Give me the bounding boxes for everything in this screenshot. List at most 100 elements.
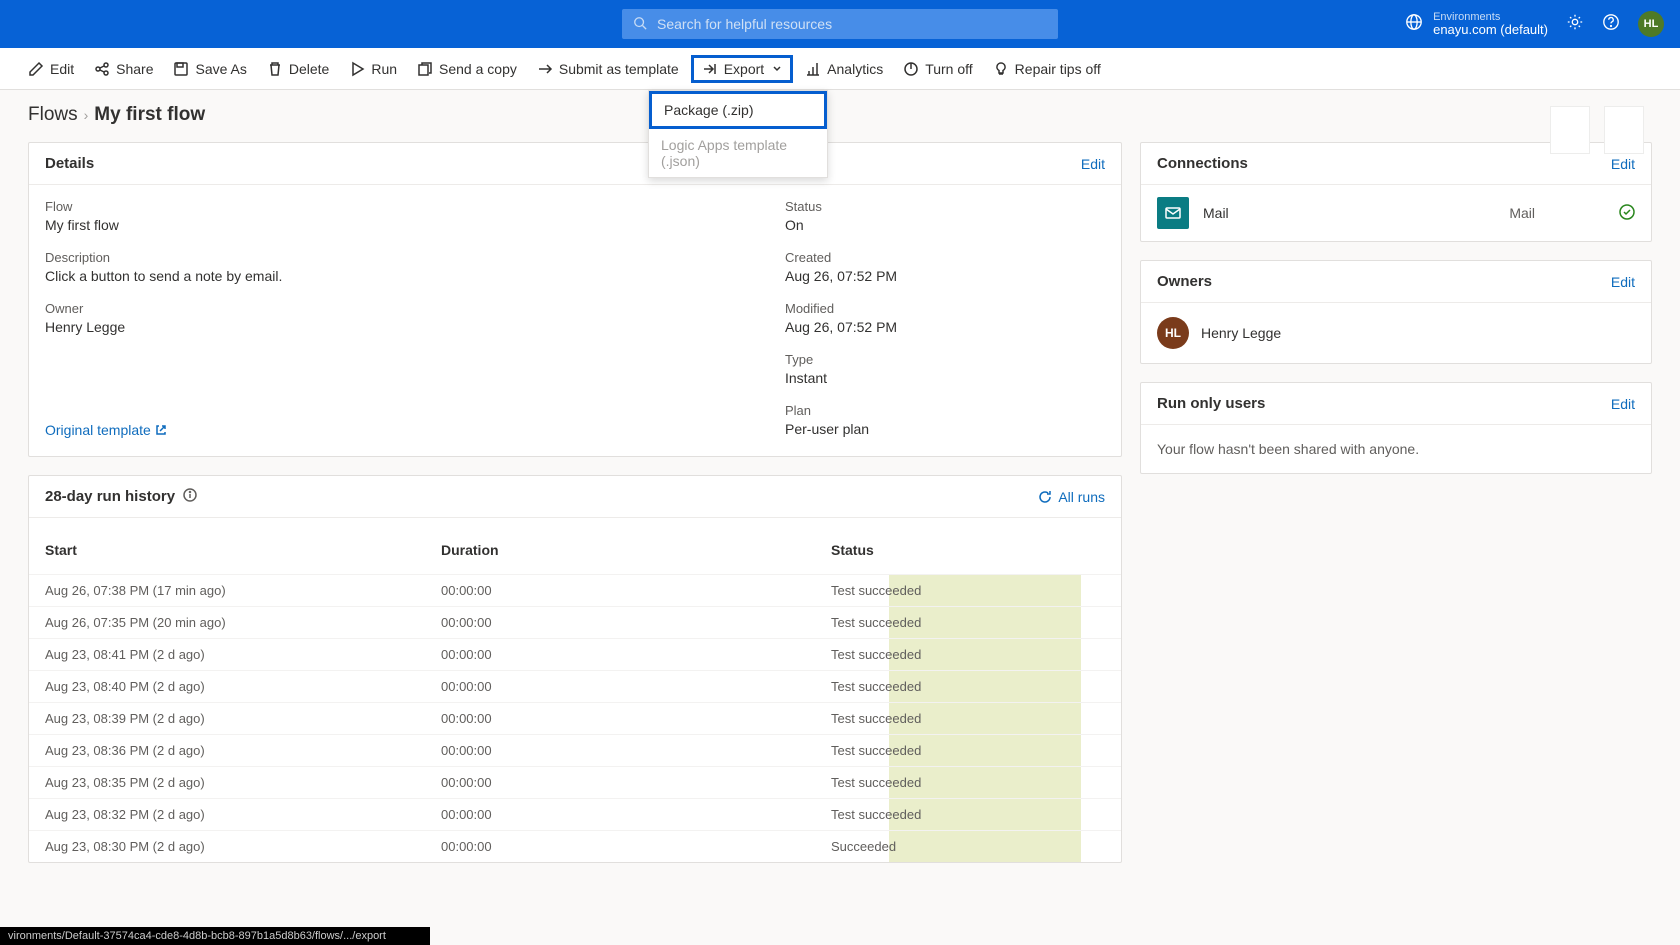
created-value: Aug 26, 07:52 PM — [785, 267, 1105, 285]
export-dropdown: Package (.zip) Logic Apps template (.jso… — [648, 90, 828, 178]
connections-card: Connections Edit Mail Mail — [1140, 142, 1652, 242]
history-row[interactable]: Aug 23, 08:30 PM (2 d ago)00:00:00Succee… — [29, 830, 1121, 862]
details-edit-link[interactable]: Edit — [1081, 156, 1105, 172]
owner-avatar: HL — [1157, 317, 1189, 349]
run-duration: 00:00:00 — [441, 743, 831, 758]
connection-name: Mail — [1203, 205, 1495, 221]
description-label: Description — [45, 250, 755, 267]
environment-name: enayu.com (default) — [1433, 23, 1548, 37]
history-row[interactable]: Aug 26, 07:35 PM (20 min ago)00:00:00Tes… — [29, 606, 1121, 638]
run-duration: 00:00:00 — [441, 583, 831, 598]
history-title: 28-day run history — [45, 488, 175, 505]
sendcopy-button[interactable]: Send a copy — [409, 55, 525, 83]
mail-icon — [1157, 197, 1189, 229]
run-button[interactable]: Run — [341, 55, 405, 83]
type-value: Instant — [785, 369, 1105, 387]
history-row[interactable]: Aug 23, 08:32 PM (2 d ago)00:00:00Test s… — [29, 798, 1121, 830]
view-tab-2[interactable] — [1604, 106, 1644, 154]
run-status: Test succeeded — [831, 647, 1105, 662]
topbar-right: Environments enayu.com (default) HL — [1405, 11, 1664, 37]
search-container — [622, 9, 1058, 39]
run-only-users-card: Run only users Edit Your flow hasn't bee… — [1140, 382, 1652, 474]
page-title: My first flow — [94, 104, 205, 126]
run-status: Succeeded — [831, 839, 1105, 854]
connections-title: Connections — [1157, 155, 1248, 172]
environment-picker[interactable]: Environments enayu.com (default) — [1405, 11, 1548, 37]
owner-label: Owner — [45, 301, 755, 318]
run-status: Test succeeded — [831, 583, 1105, 598]
run-start: Aug 26, 07:35 PM (20 min ago) — [45, 615, 441, 630]
type-label: Type — [785, 352, 1105, 369]
edit-button[interactable]: Edit — [20, 55, 82, 83]
export-button[interactable]: Export — [691, 55, 793, 83]
modified-value: Aug 26, 07:52 PM — [785, 318, 1105, 336]
topbar: Environments enayu.com (default) HL — [0, 0, 1680, 48]
turnoff-button[interactable]: Turn off — [895, 55, 980, 83]
flow-value: My first flow — [45, 216, 755, 234]
chevron-right-icon: › — [84, 107, 89, 123]
status-value: On — [785, 216, 1105, 234]
run-start: Aug 23, 08:40 PM (2 d ago) — [45, 679, 441, 694]
connection-item[interactable]: Mail Mail — [1141, 185, 1651, 241]
runonly-title: Run only users — [1157, 395, 1265, 412]
owners-card: Owners Edit HL Henry Legge — [1140, 260, 1652, 364]
status-bar: vironments/Default-37574ca4-cde8-4d8b-bc… — [0, 927, 430, 945]
run-start: Aug 23, 08:35 PM (2 d ago) — [45, 775, 441, 790]
original-template-link[interactable]: Original template — [45, 422, 755, 438]
col-start[interactable]: Start — [45, 542, 441, 558]
repair-tips-button[interactable]: Repair tips off — [985, 55, 1109, 83]
search-input[interactable] — [657, 16, 1047, 32]
breadcrumb: Flows › My first flow — [0, 90, 1680, 134]
col-status[interactable]: Status — [831, 542, 1105, 558]
search-icon — [633, 16, 657, 33]
submit-template-button[interactable]: Submit as template — [529, 55, 687, 83]
history-row[interactable]: Aug 23, 08:40 PM (2 d ago)00:00:00Test s… — [29, 670, 1121, 702]
breadcrumb-root[interactable]: Flows — [28, 104, 78, 126]
col-duration[interactable]: Duration — [441, 542, 831, 558]
info-icon[interactable] — [183, 488, 197, 505]
created-label: Created — [785, 250, 1105, 267]
history-row[interactable]: Aug 23, 08:35 PM (2 d ago)00:00:00Test s… — [29, 766, 1121, 798]
command-bar: Edit Share Save As Delete Run Send a cop… — [0, 48, 1680, 90]
refresh-icon — [1038, 490, 1052, 504]
run-start: Aug 23, 08:36 PM (2 d ago) — [45, 743, 441, 758]
export-logicapps-json[interactable]: Logic Apps template (.json) — [649, 129, 827, 177]
saveas-button[interactable]: Save As — [165, 55, 254, 83]
owners-edit-link[interactable]: Edit — [1611, 274, 1635, 290]
history-row[interactable]: Aug 23, 08:36 PM (2 d ago)00:00:00Test s… — [29, 734, 1121, 766]
search-box[interactable] — [622, 9, 1058, 39]
settings-icon[interactable] — [1566, 13, 1584, 34]
modified-label: Modified — [785, 301, 1105, 318]
export-package-zip[interactable]: Package (.zip) — [649, 91, 827, 129]
share-button[interactable]: Share — [86, 55, 161, 83]
connection-account: Mail — [1509, 205, 1535, 221]
chevron-down-icon — [772, 64, 782, 74]
all-runs-link[interactable]: All runs — [1038, 489, 1105, 505]
user-avatar[interactable]: HL — [1638, 11, 1664, 37]
view-tab-1[interactable] — [1550, 106, 1590, 154]
run-status: Test succeeded — [831, 807, 1105, 822]
delete-button[interactable]: Delete — [259, 55, 337, 83]
status-label: Status — [785, 199, 1105, 216]
details-title: Details — [45, 155, 94, 172]
details-card: Details Edit FlowMy first flow Descripti… — [28, 142, 1122, 457]
history-row[interactable]: Aug 26, 07:38 PM (17 min ago)00:00:00Tes… — [29, 574, 1121, 606]
history-row[interactable]: Aug 23, 08:39 PM (2 d ago)00:00:00Test s… — [29, 702, 1121, 734]
help-icon[interactable] — [1602, 13, 1620, 34]
run-duration: 00:00:00 — [441, 647, 831, 662]
run-duration: 00:00:00 — [441, 775, 831, 790]
check-circle-icon — [1619, 204, 1635, 223]
environment-icon — [1405, 13, 1423, 34]
description-value: Click a button to send a note by email. — [45, 267, 755, 285]
connections-edit-link[interactable]: Edit — [1611, 156, 1635, 172]
run-start: Aug 23, 08:39 PM (2 d ago) — [45, 711, 441, 726]
plan-value: Per-user plan — [785, 420, 1105, 438]
runonly-edit-link[interactable]: Edit — [1611, 396, 1635, 412]
history-header-row: Start Duration Status — [29, 518, 1121, 574]
history-row[interactable]: Aug 23, 08:41 PM (2 d ago)00:00:00Test s… — [29, 638, 1121, 670]
flow-label: Flow — [45, 199, 755, 216]
analytics-button[interactable]: Analytics — [797, 55, 891, 83]
run-history-card: 28-day run history All runs Start Durati… — [28, 475, 1122, 863]
external-link-icon — [155, 424, 167, 436]
owner-item: HL Henry Legge — [1141, 303, 1651, 363]
